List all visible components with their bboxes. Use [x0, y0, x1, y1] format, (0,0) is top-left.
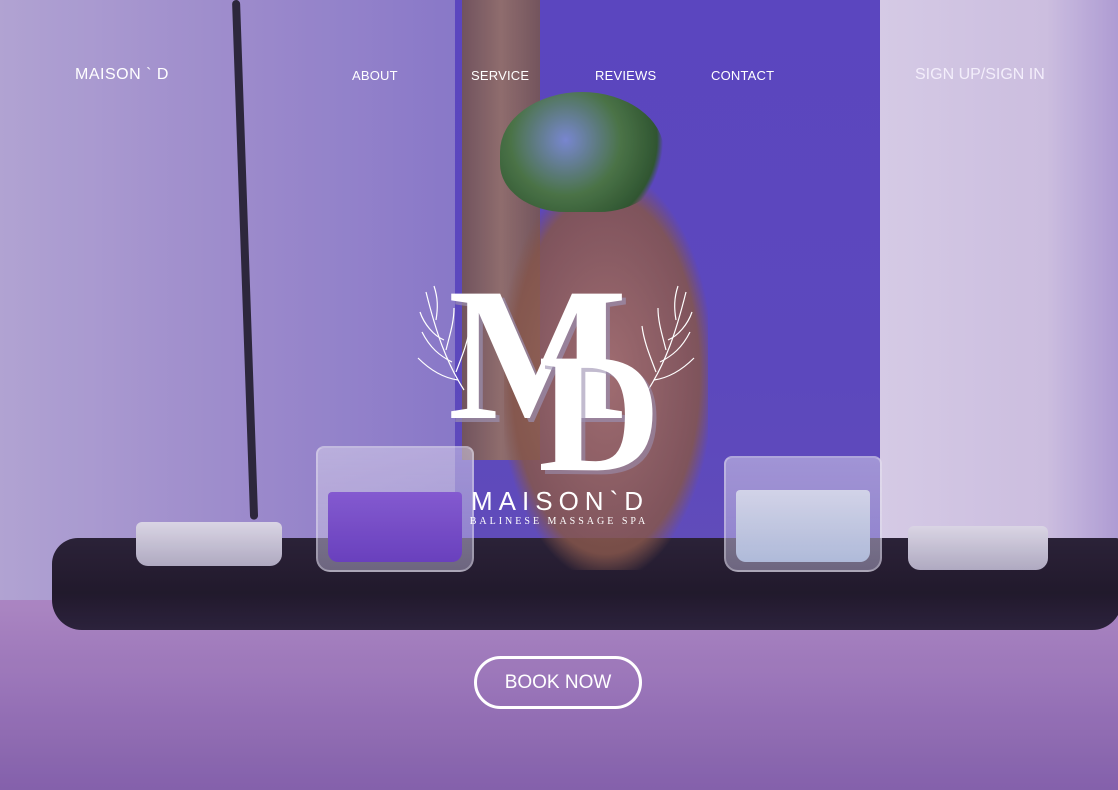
nav-item-reviews[interactable]: REVIEWS: [595, 68, 656, 83]
brand-logo-link[interactable]: MAISON ` D: [75, 66, 169, 84]
nav-item-contact[interactable]: CONTACT: [711, 68, 774, 83]
logo-wordmark: MAISON`D: [471, 486, 649, 516]
md-monogram-logo: M M D D: [417, 262, 695, 478]
sign-up-sign-in-link[interactable]: SIGN UP/SIGN IN: [915, 66, 1045, 84]
logo-monogram-d: D: [538, 319, 661, 478]
logo-tagline: BALINESE MASSAGE SPA: [469, 516, 649, 527]
book-now-button[interactable]: BOOK NOW: [474, 656, 642, 709]
nav-item-about[interactable]: ABOUT: [352, 68, 398, 83]
nav-item-service[interactable]: SERVICE: [471, 68, 529, 83]
